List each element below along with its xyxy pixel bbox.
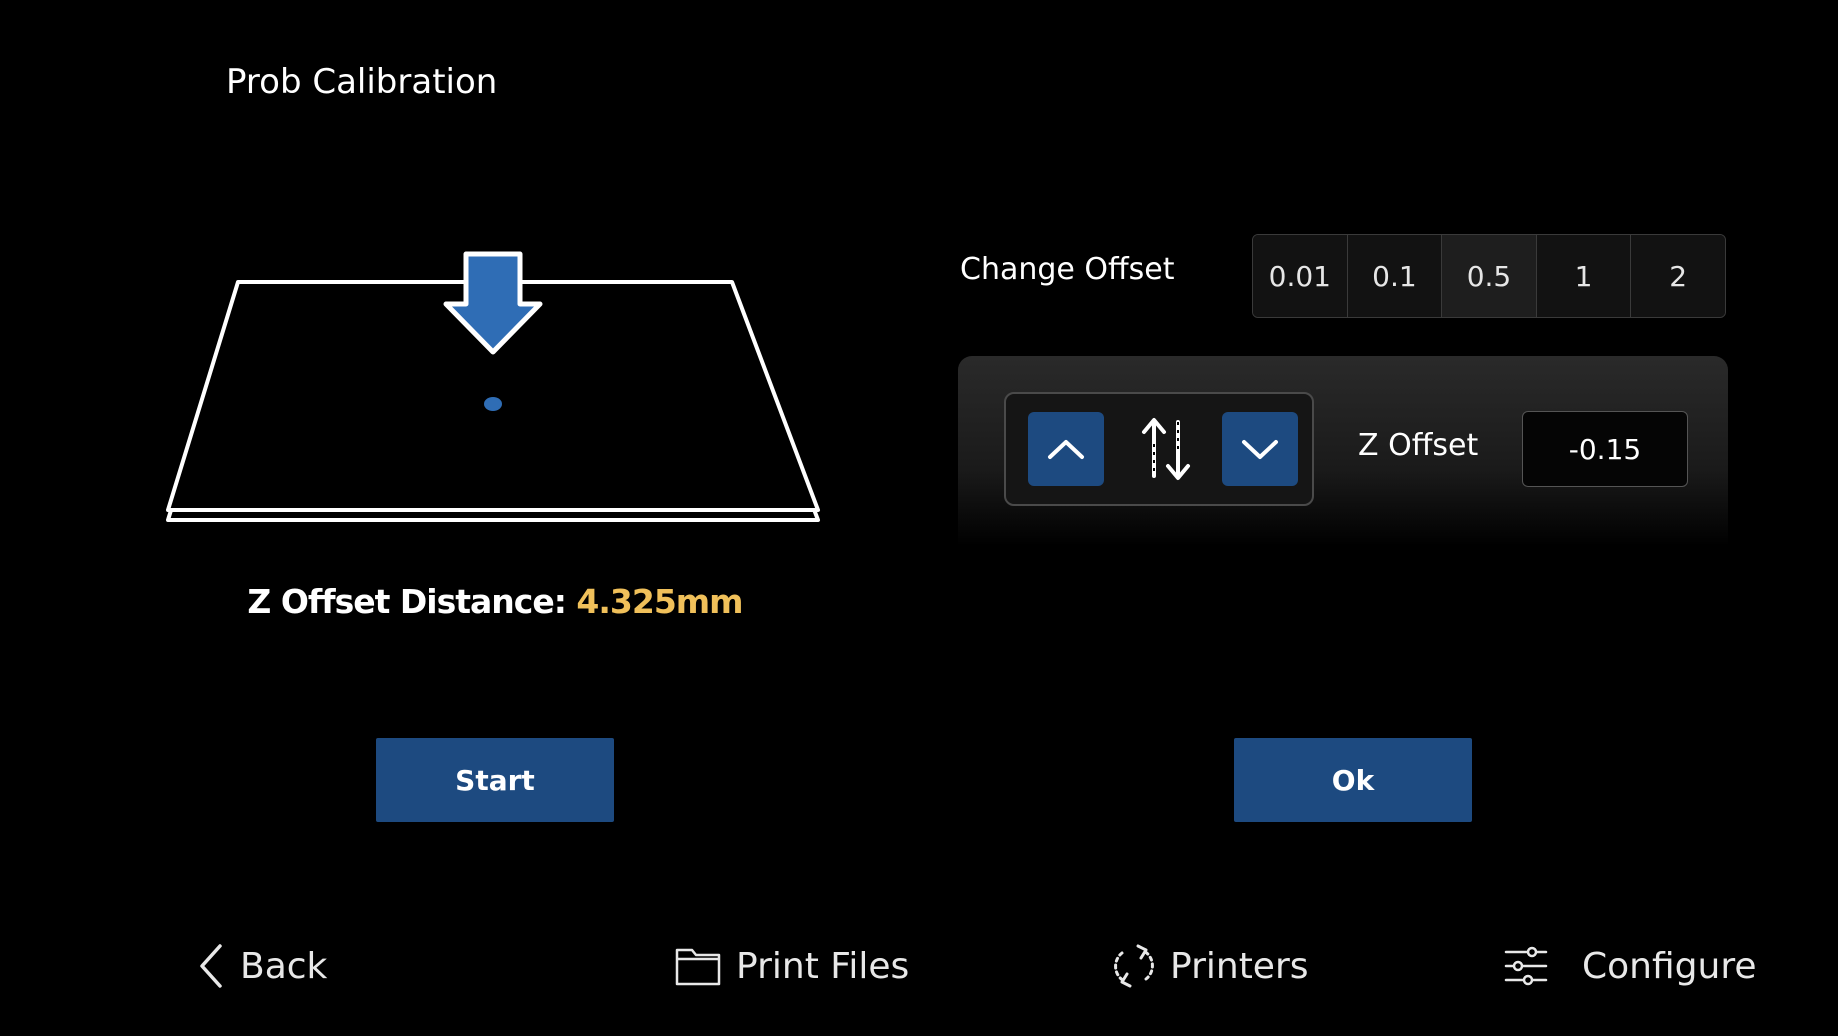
z-offset-value-field[interactable]: -0.15 [1522,411,1688,487]
z-offset-label: Z Offset [1358,428,1479,463]
page-title: Prob Calibration [226,62,498,102]
refresh-icon [1114,944,1154,988]
chevron-down-icon [1242,440,1278,459]
distance-value: 4.325mm [576,582,743,621]
ok-button[interactable]: Ok [1234,738,1472,822]
nav-configure-button[interactable]: Configure [1504,938,1756,994]
nav-print-files-label: Print Files [736,945,910,987]
z-offset-stepper [1004,392,1314,506]
z-up-button[interactable] [1028,412,1104,486]
step-0-01-button[interactable]: 0.01 [1253,235,1348,317]
start-button[interactable]: Start [376,738,614,822]
nav-back-label: Back [240,945,328,987]
offset-step-selector: 0.01 0.1 0.5 1 2 [1252,234,1726,318]
chevron-left-icon [200,944,222,988]
z-down-button[interactable] [1222,412,1298,486]
sliders-icon [1504,946,1548,986]
step-0-1-button[interactable]: 0.1 [1347,235,1443,317]
change-offset-label: Change Offset [960,252,1175,287]
folder-icon [675,948,721,986]
nav-configure-label: Configure [1582,945,1757,987]
chevron-up-icon [1048,440,1084,459]
distance-label: Z Offset Distance: [247,582,577,621]
step-0-5-button[interactable]: 0.5 [1442,235,1537,317]
step-2-button[interactable]: 2 [1631,235,1725,317]
bed-probe-illustration [166,251,820,522]
nav-printers-label: Printers [1170,945,1309,987]
step-1-button[interactable]: 1 [1536,235,1632,317]
nav-printers-button[interactable]: Printers [1112,938,1309,994]
probe-point-marker [484,397,502,411]
z-offset-distance: Z Offset Distance: 4.325mm [160,582,830,621]
up-down-arrows-icon [1142,418,1190,480]
nav-back-button[interactable]: Back [196,938,327,994]
nav-print-files-button[interactable]: Print Files [674,938,909,994]
